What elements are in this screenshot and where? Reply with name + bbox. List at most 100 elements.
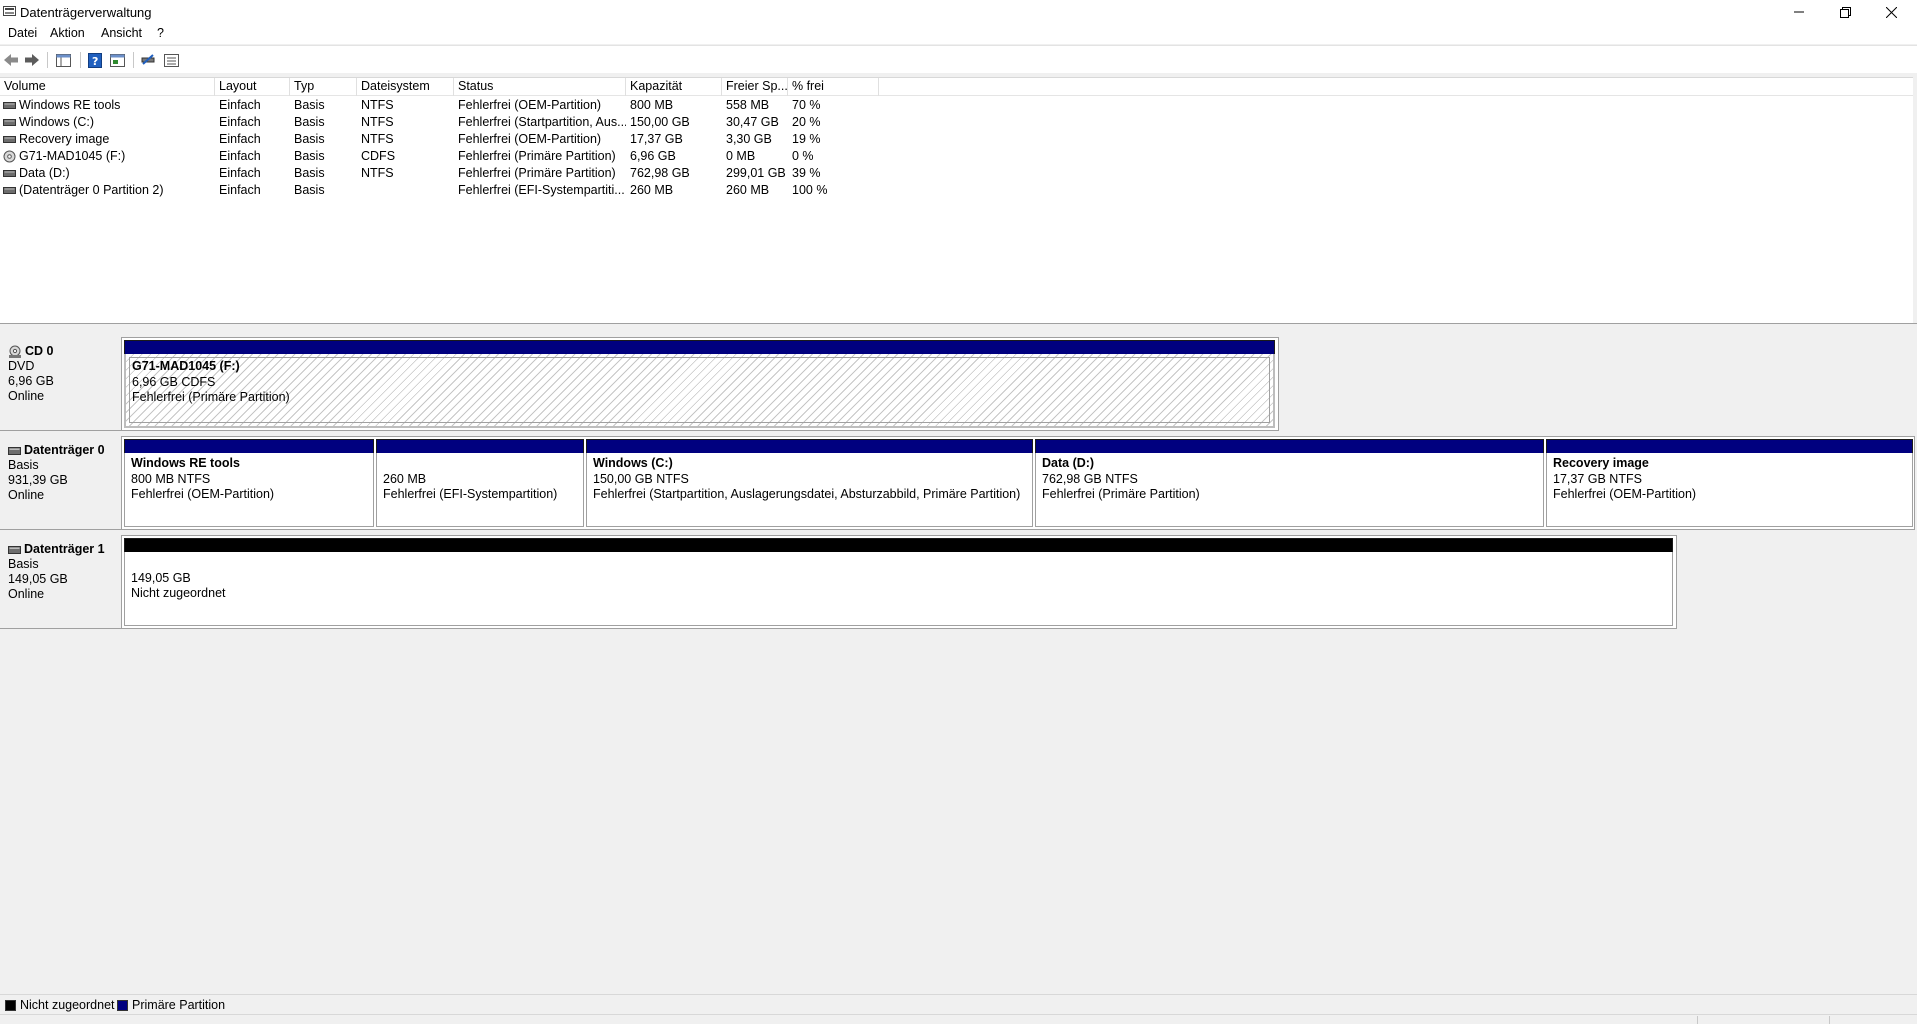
minimize-button[interactable]	[1776, 0, 1822, 24]
title-bar: Datenträgerverwaltung	[0, 0, 1917, 24]
disk-size: 931,39 GB	[8, 473, 68, 487]
column-header-status[interactable]: Status	[454, 78, 626, 96]
column-header-layout[interactable]: Layout	[215, 78, 290, 96]
cell-kapazitaet: 800 MB	[630, 98, 674, 112]
back-arrow-icon	[4, 54, 18, 66]
disk-name: Datenträger 1	[24, 542, 105, 556]
cell-typ: Basis	[294, 149, 325, 163]
menu-aktion[interactable]: Aktion	[48, 26, 87, 40]
cell-layout: Einfach	[219, 149, 261, 163]
partition-size: 17,37 GB NTFS	[1553, 471, 1642, 486]
partition-body: Windows RE tools 800 MB NTFS Fehlerfrei …	[124, 453, 374, 527]
volume-row[interactable]: G71-MAD1045 (F:) Einfach Basis CDFS Fehl…	[0, 148, 1917, 165]
volume-row[interactable]: Data (D:) Einfach Basis NTFS Fehlerfrei …	[0, 165, 1917, 182]
partition-body: Data (D:) 762,98 GB NTFS Fehlerfrei (Pri…	[1035, 453, 1544, 527]
legend-label: Nicht zugeordnet	[20, 998, 115, 1012]
status-separator	[1697, 1016, 1698, 1024]
partition-name: Windows RE tools	[131, 456, 240, 470]
cell-layout: Einfach	[219, 183, 261, 197]
cell-freier-speicher: 0 MB	[726, 149, 756, 163]
column-header-dateisystem[interactable]: Dateisystem	[357, 78, 454, 96]
cell-volume: G71-MAD1045 (F:)	[19, 149, 126, 163]
menu-help[interactable]: ?	[155, 26, 166, 40]
cell-layout: Einfach	[219, 115, 261, 129]
menu-datei[interactable]: Datei	[6, 26, 39, 40]
cell-dateisystem: NTFS	[361, 98, 394, 112]
partition-size: 149,05 GB	[131, 570, 191, 585]
partition-primary-bar	[124, 439, 374, 453]
partition-status: Fehlerfrei (OEM-Partition)	[131, 487, 275, 501]
menu-bar: Datei Aktion Ansicht ?	[0, 24, 1917, 44]
column-header-prozent-frei[interactable]: % frei	[788, 78, 879, 96]
volume-list-scrollbar[interactable]	[1913, 77, 1917, 323]
cell-layout: Einfach	[219, 132, 261, 146]
close-button[interactable]	[1868, 0, 1914, 24]
properties-icon	[109, 53, 125, 67]
partition-status: Nicht zugeordnet	[131, 586, 226, 600]
disk-size: 6,96 GB	[8, 374, 54, 388]
volume-row[interactable]: (Datenträger 0 Partition 2) Einfach Basi…	[0, 182, 1917, 199]
console-tree-button[interactable]	[53, 50, 73, 70]
cell-prozent-frei: 39 %	[792, 166, 821, 180]
cell-kapazitaet: 260 MB	[630, 183, 674, 197]
disk-label-disk0[interactable]: Datenträger 0 Basis 931,39 GB Online	[0, 436, 122, 530]
cell-freier-speicher: 30,47 GB	[726, 115, 779, 129]
partition-primary-bar	[1546, 439, 1913, 453]
help-icon: ?	[88, 52, 102, 68]
back-button[interactable]	[1, 50, 21, 70]
partition-unallocated[interactable]: 149,05 GB Nicht zugeordnet	[124, 538, 1673, 626]
cell-dateisystem: NTFS	[361, 115, 394, 129]
connect-disk-button[interactable]	[138, 50, 158, 70]
partition-g71-mad1045[interactable]: G71-MAD1045 (F:) 6,96 GB CDFS Fehlerfrei…	[124, 340, 1275, 428]
window-title: Datenträgerverwaltung	[20, 5, 152, 20]
toolbar-separator	[80, 52, 81, 68]
partition-unallocated-bar	[124, 538, 1673, 552]
disk-label-disk1[interactable]: Datenträger 1 Basis 149,05 GB Online	[0, 535, 122, 629]
volume-row[interactable]: Recovery image Einfach Basis NTFS Fehler…	[0, 131, 1917, 148]
partition-body: G71-MAD1045 (F:) 6,96 GB CDFS Fehlerfrei…	[124, 354, 1275, 428]
column-header-kapazitaet[interactable]: Kapazität	[626, 78, 722, 96]
status-bar	[0, 1014, 1917, 1024]
partition-data-d[interactable]: Data (D:) 762,98 GB NTFS Fehlerfrei (Pri…	[1035, 439, 1544, 527]
cell-freier-speicher: 299,01 GB	[726, 166, 786, 180]
cell-kapazitaet: 762,98 GB	[630, 166, 690, 180]
cell-status: Fehlerfrei (Primäre Partition)	[458, 149, 616, 163]
column-header-typ[interactable]: Typ	[290, 78, 357, 96]
disk-type: DVD	[8, 359, 35, 373]
partition-body: Recovery image 17,37 GB NTFS Fehlerfrei …	[1546, 453, 1913, 527]
console-tree-icon	[55, 53, 71, 67]
help-button[interactable]: ?	[85, 50, 105, 70]
properties-button[interactable]	[107, 50, 127, 70]
column-header-freier-speicher[interactable]: Freier Sp...	[722, 78, 788, 96]
partition-primary-bar	[1035, 439, 1544, 453]
partition-recovery-image[interactable]: Recovery image 17,37 GB NTFS Fehlerfrei …	[1546, 439, 1913, 527]
legend-unallocated: Nicht zugeordnet	[5, 998, 115, 1012]
volume-row[interactable]: Windows (C:) Einfach Basis NTFS Fehlerfr…	[0, 114, 1917, 131]
disk-label-cd0[interactable]: CD 0 DVD 6,96 GB Online	[0, 337, 122, 431]
partition-name: Data (D:)	[1042, 456, 1095, 470]
cell-freier-speicher: 260 MB	[726, 183, 770, 197]
cell-freier-speicher: 558 MB	[726, 98, 770, 112]
partition-efi-system[interactable]: 260 MB Fehlerfrei (EFI-Systempartition)	[376, 439, 584, 527]
partition-status: Fehlerfrei (Primäre Partition)	[1042, 487, 1200, 501]
forward-button[interactable]	[22, 50, 42, 70]
restore-button[interactable]	[1822, 0, 1868, 24]
menu-ansicht[interactable]: Ansicht	[99, 26, 144, 40]
disk-management-app-icon	[3, 6, 16, 16]
disk-list-icon	[163, 53, 179, 67]
partition-windows-c[interactable]: Windows (C:) 150,00 GB NTFS Fehlerfrei (…	[586, 439, 1033, 527]
disk-list-button[interactable]	[161, 50, 181, 70]
partition-size: 150,00 GB NTFS	[593, 471, 689, 486]
close-icon	[1885, 6, 1897, 18]
cell-volume: (Datenträger 0 Partition 2)	[19, 183, 164, 197]
legend: Nicht zugeordnet Primäre Partition	[0, 994, 1917, 1014]
partition-size: 762,98 GB NTFS	[1042, 471, 1138, 486]
volume-row[interactable]: Windows RE tools Einfach Basis NTFS Fehl…	[0, 97, 1917, 114]
cell-layout: Einfach	[219, 98, 261, 112]
cell-kapazitaet: 17,37 GB	[630, 132, 683, 146]
disk-state: Online	[8, 587, 45, 601]
column-header-volume[interactable]: Volume	[0, 78, 215, 96]
partition-windows-re-tools[interactable]: Windows RE tools 800 MB NTFS Fehlerfrei …	[124, 439, 374, 527]
cell-prozent-frei: 19 %	[792, 132, 821, 146]
status-separator	[1829, 1016, 1830, 1024]
